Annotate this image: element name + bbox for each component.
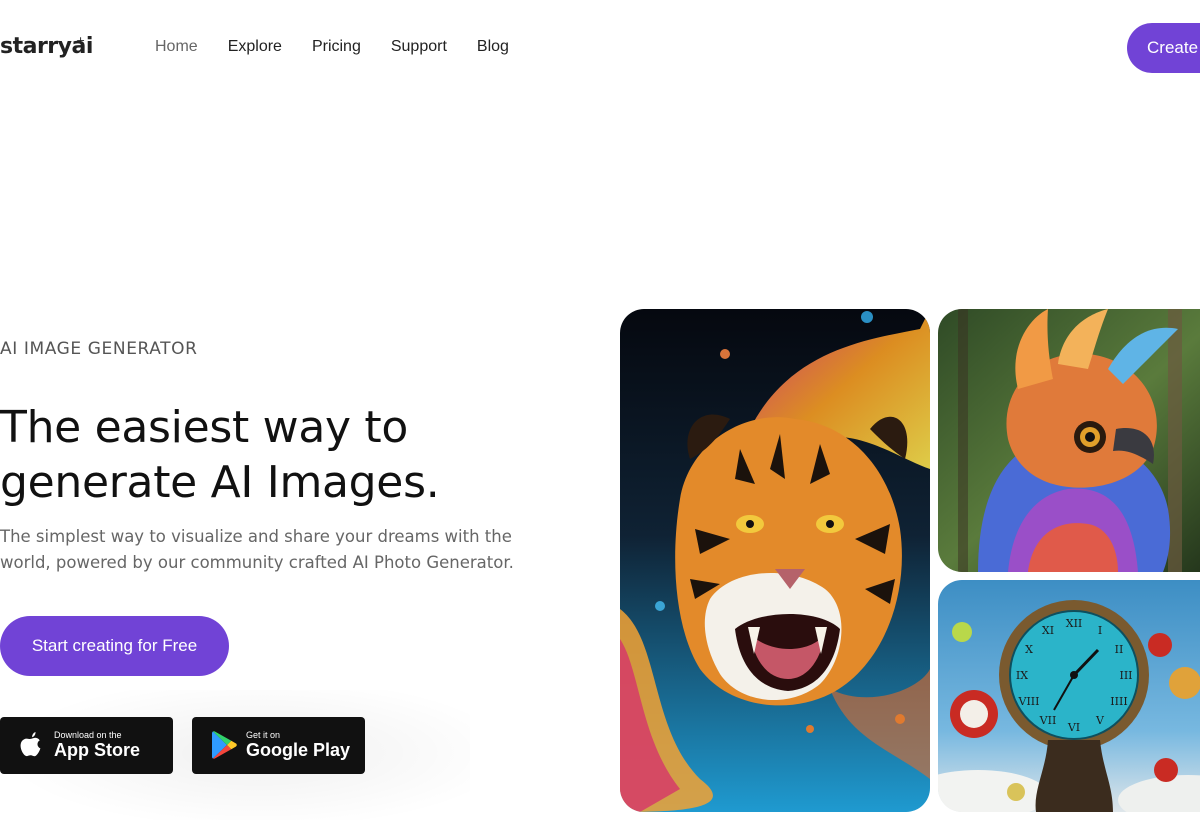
bird-illustration [938,309,1200,572]
apple-logo-icon [20,732,41,757]
main-nav: Home Explore Pricing Support Blog [155,38,509,56]
clock-illustration: XIIIIIIIIIIIIVVIVIIVIIIIXXXI [938,580,1200,812]
start-creating-button[interactable]: Start creating for Free [0,616,229,676]
clock-numeral: VII [1039,714,1057,727]
hero-subtitle: The simplest way to visualize and share … [0,527,514,572]
clock-numeral: XI [1042,624,1054,637]
google-play-button[interactable]: Get it on Google Play [192,717,365,774]
clock-numeral: VI [1067,721,1080,734]
nav-item-support[interactable]: Support [391,38,447,56]
create-button[interactable]: Create [1127,23,1200,73]
nav-item-home[interactable]: Home [155,38,198,56]
clock-numeral: VIII [1018,695,1040,708]
app-store-big-text: App Store [54,740,141,760]
nav-item-blog[interactable]: Blog [477,38,509,56]
google-play-big-text: Google Play [246,740,351,760]
gallery-bird-image[interactable] [938,309,1200,572]
nav-item-pricing[interactable]: Pricing [312,38,361,56]
clock-numeral: X [1025,643,1033,656]
clock-numeral: IIII [1110,695,1127,708]
hero-headline: The easiest way to generate AI Images. [0,402,440,508]
app-store-small-text: Download on the [54,730,122,740]
clock-numeral: III [1119,669,1132,682]
tiger-illustration [620,309,930,812]
gallery-clock-image[interactable]: XII I II III IIII V VI VII VIII IX X XI [938,580,1200,812]
landing-page: starryai + Home Explore Pricing Support … [0,0,1200,820]
google-play-small-text: Get it on [246,730,281,740]
app-store-button[interactable]: Download on the App Store [0,717,173,774]
nav-item-explore[interactable]: Explore [228,38,282,56]
clock-numeral: IX [1016,669,1028,682]
clock-numeral: V [1095,714,1105,727]
site-header: starryai + Home Explore Pricing Support … [0,0,1200,96]
google-play-logo-icon [212,731,237,759]
clock-numeral: I [1098,624,1102,637]
clock-numeral: II [1115,643,1124,656]
hero-eyebrow: AI IMAGE GENERATOR [0,339,198,359]
clock-numeral: XII [1066,617,1083,630]
logo-star-icon: + [76,34,86,47]
gallery-tiger-image[interactable] [620,309,930,812]
